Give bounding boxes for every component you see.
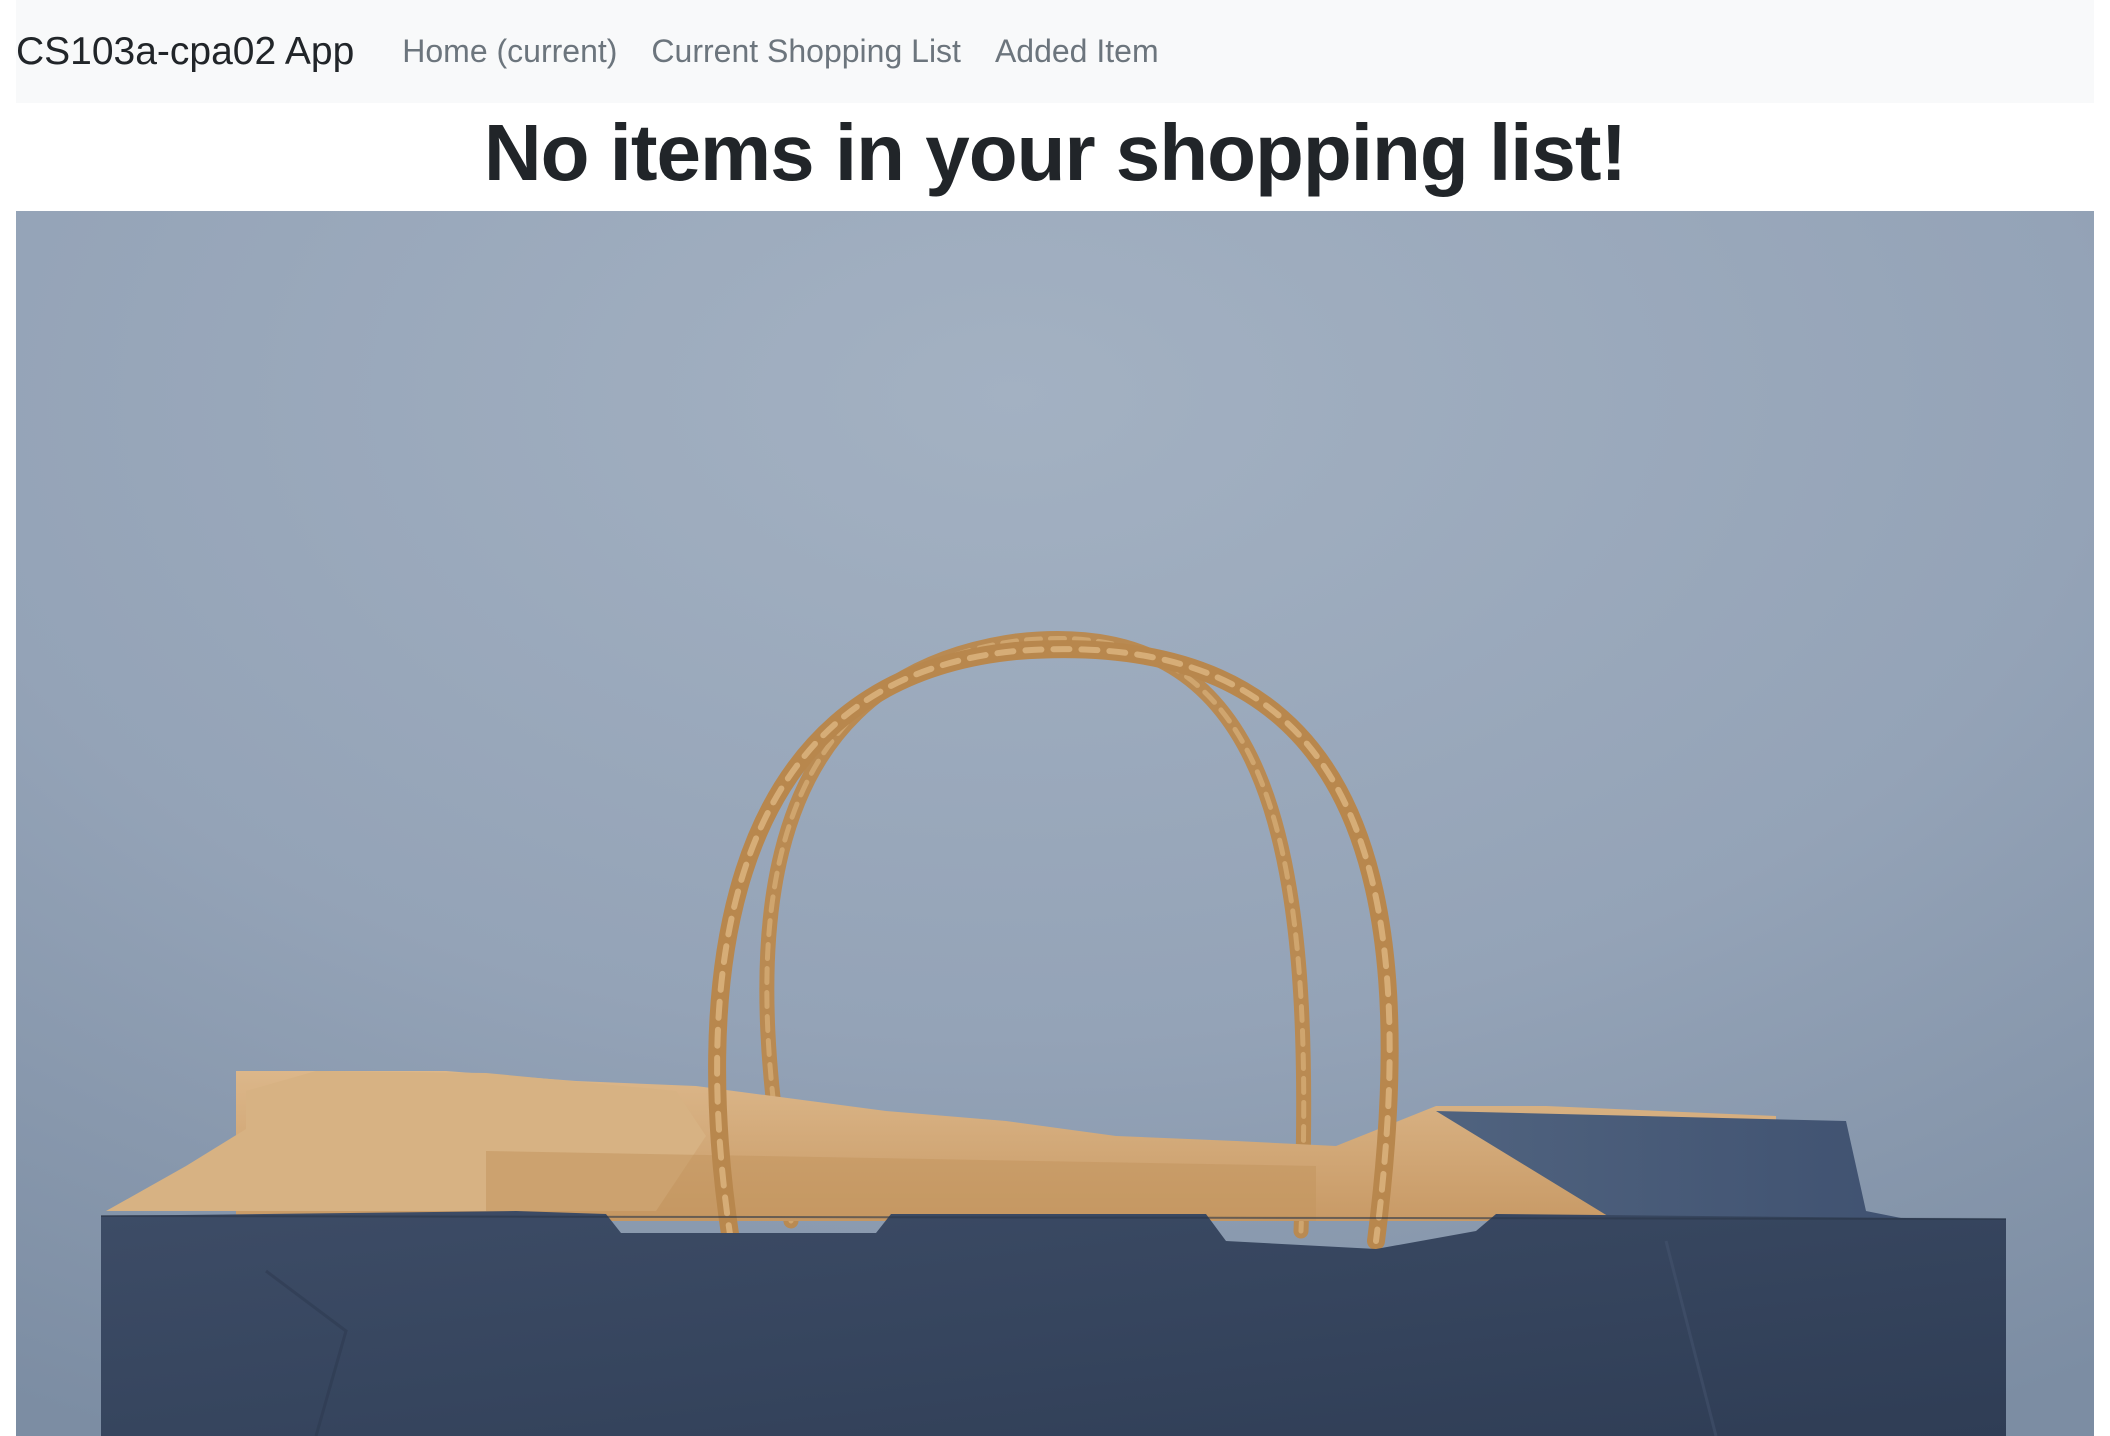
navbar-brand[interactable]: CS103a-cpa02 App <box>16 30 354 74</box>
shopping-bag-image <box>16 211 2094 1436</box>
nav-link-added-item[interactable]: Added Item <box>995 33 1159 70</box>
navbar: CS103a-cpa02 App Home (current) Current … <box>16 0 2094 103</box>
nav-link-current-shopping-list[interactable]: Current Shopping List <box>651 33 961 70</box>
nav-link-home[interactable]: Home (current) <box>402 33 617 70</box>
page-title: No items in your shopping list! <box>483 108 1627 197</box>
